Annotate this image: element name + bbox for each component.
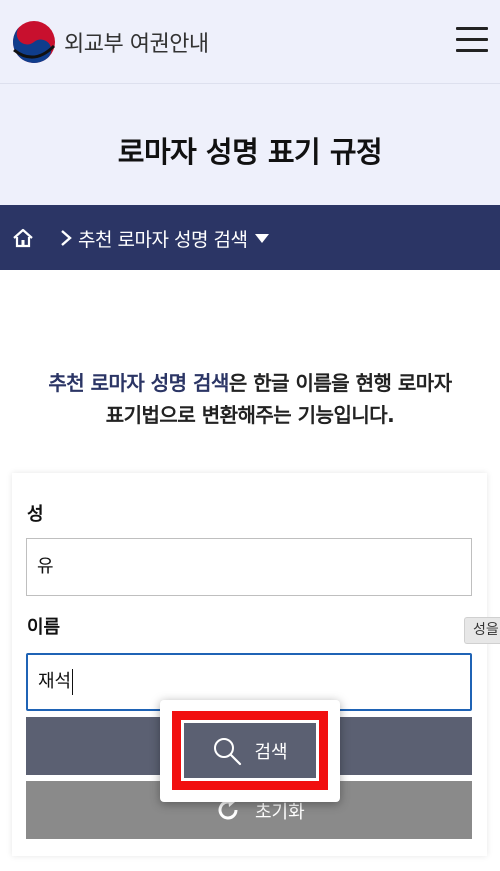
home-icon[interactable] — [12, 227, 34, 249]
chevron-right-icon — [61, 230, 72, 246]
search-icon — [214, 737, 242, 765]
caret-down-icon — [255, 233, 270, 243]
surname-input[interactable]: 유 — [26, 538, 472, 596]
breadcrumb: 추천 로마자 성명 검색 — [0, 205, 500, 270]
title-section: 로마자 성명 표기 규정 — [0, 84, 500, 205]
site-header: 외교부 여권안내 — [0, 0, 500, 84]
search-button[interactable]: 검색 — [184, 723, 316, 778]
intro-text-after: 은 한글 이름을 현행 로마자 — [228, 371, 452, 395]
side-tab[interactable]: 성을 — [464, 617, 500, 644]
breadcrumb-label: 추천 로마자 성명 검색 — [78, 228, 248, 251]
breadcrumb-current-dropdown[interactable]: 추천 로마자 성명 검색 — [60, 225, 270, 251]
surname-value: 유 — [37, 556, 54, 577]
page-title: 로마자 성명 표기 규정 — [117, 135, 383, 169]
intro-line2: 표기법으로 변환해주는 기능입니다. — [105, 403, 395, 427]
site-name[interactable]: 외교부 여권안내 — [64, 26, 209, 58]
text-cursor — [72, 669, 74, 695]
given-name-value: 재석 — [38, 671, 72, 692]
given-name-label: 이름 — [27, 617, 61, 638]
search-label: 검색 — [254, 741, 288, 763]
intro-highlight: 추천 로마자 성명 검색 — [48, 371, 229, 395]
taegeuk-logo-icon[interactable] — [12, 20, 56, 64]
hamburger-menu-icon[interactable] — [456, 27, 488, 53]
surname-label: 성 — [27, 504, 44, 525]
intro-text: 추천 로마자 성명 검색은 한글 이름을 현행 로마자 표기법으로 변환해주는 … — [0, 367, 500, 431]
